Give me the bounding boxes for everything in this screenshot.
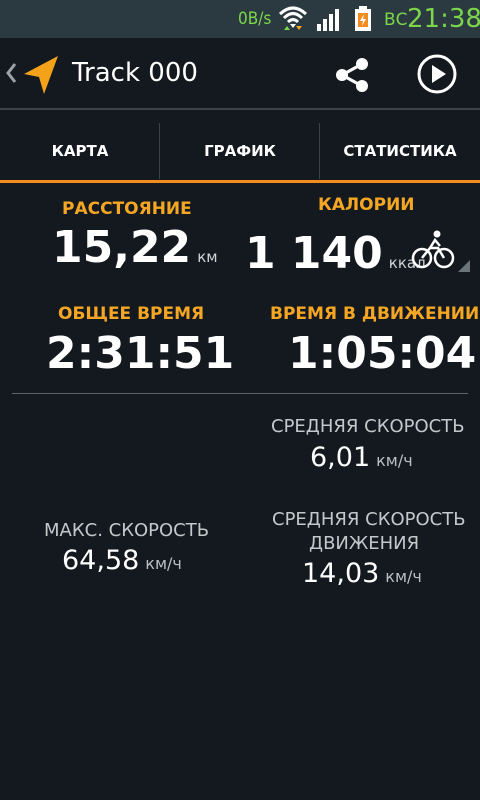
status-bar: 0B/s ВС 21:38 bbox=[0, 0, 480, 38]
navigation-arrow-icon[interactable] bbox=[22, 54, 60, 100]
action-bar-divider bbox=[0, 108, 480, 110]
total-time-label: ОБЩЕЕ ВРЕМЯ bbox=[58, 304, 205, 324]
page-title: Track 000 bbox=[72, 58, 198, 88]
max-speed-value: 64,58 км/ч bbox=[62, 545, 182, 576]
moving-time-value: 1:05:04 bbox=[288, 328, 477, 379]
activity-type-button[interactable] bbox=[404, 228, 472, 274]
signal-icon bbox=[316, 8, 342, 36]
play-button[interactable] bbox=[415, 52, 459, 96]
tab-bar: КАРТА ГРАФИК СТАТИСТИКА bbox=[0, 121, 480, 181]
avg-moving-speed-value: 14,03 км/ч bbox=[302, 558, 422, 589]
clock: 21:38 bbox=[407, 4, 480, 34]
avg-speed-value: 6,01 км/ч bbox=[310, 442, 413, 473]
tab-statistics[interactable]: СТАТИСТИКА bbox=[320, 121, 480, 181]
stats-divider bbox=[12, 393, 468, 394]
avg-moving-speed-label-line1: СРЕДНЯЯ СКОРОСТЬ bbox=[272, 509, 466, 530]
play-icon bbox=[417, 54, 457, 94]
distance-value: 15,22 км bbox=[52, 222, 218, 273]
back-chevron-icon[interactable] bbox=[5, 62, 17, 88]
max-speed-label: МАКС. СКОРОСТЬ bbox=[44, 520, 210, 541]
total-time-value: 2:31:51 bbox=[46, 328, 235, 379]
net-speed: 0B/s bbox=[238, 9, 272, 29]
battery-icon bbox=[354, 6, 372, 36]
avg-speed-number: 6,01 bbox=[310, 442, 371, 473]
avg-speed-label: СРЕДНЯЯ СКОРОСТЬ bbox=[271, 416, 465, 437]
calories-value: 1 140 ккал bbox=[245, 228, 426, 279]
avg-speed-unit: км/ч bbox=[376, 451, 413, 470]
bicycle-icon bbox=[411, 230, 470, 272]
action-bar: Track 000 bbox=[0, 38, 480, 108]
day-of-week: ВС bbox=[384, 10, 408, 30]
avg-moving-speed-label-line2: ДВИЖЕНИЯ bbox=[309, 533, 420, 554]
tab-chart[interactable]: ГРАФИК bbox=[160, 121, 320, 181]
avg-moving-speed-number: 14,03 bbox=[302, 558, 380, 589]
calories-number: 1 140 bbox=[245, 228, 383, 279]
tab-underline bbox=[0, 180, 480, 183]
wifi-icon bbox=[278, 4, 308, 36]
distance-label: РАССТОЯНИЕ bbox=[62, 199, 192, 219]
distance-number: 15,22 bbox=[52, 222, 192, 273]
avg-moving-speed-unit: км/ч bbox=[385, 567, 422, 586]
calories-label: КАЛОРИИ bbox=[318, 195, 415, 215]
max-speed-number: 64,58 bbox=[62, 545, 140, 576]
max-speed-unit: км/ч bbox=[145, 554, 182, 573]
tab-map[interactable]: КАРТА bbox=[0, 121, 160, 181]
share-icon bbox=[336, 58, 368, 92]
share-button[interactable] bbox=[332, 54, 374, 96]
moving-time-label: ВРЕМЯ В ДВИЖЕНИИ bbox=[270, 304, 480, 324]
distance-unit: км bbox=[197, 248, 218, 266]
